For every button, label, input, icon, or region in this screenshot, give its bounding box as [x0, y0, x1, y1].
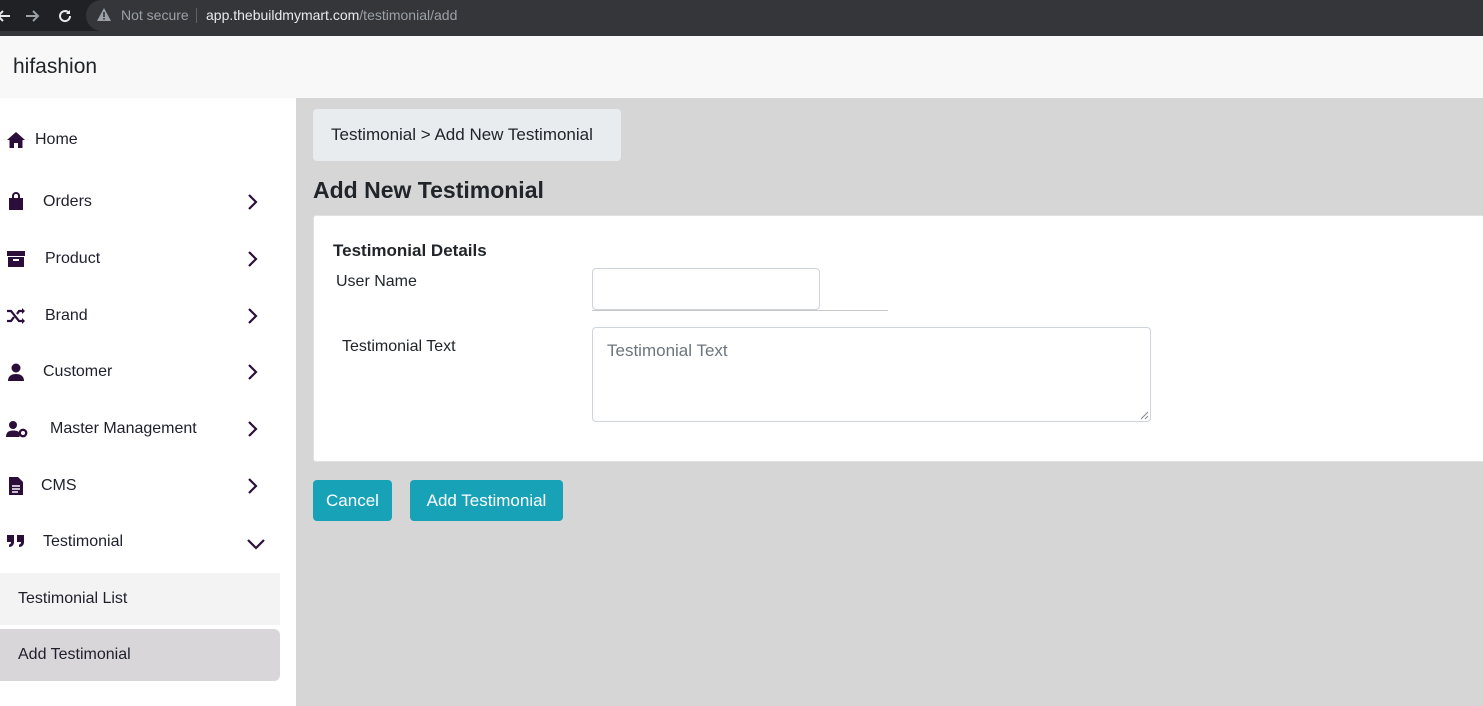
testimonial-details-card: Testimonial Details User Name Testimonia… [313, 215, 1483, 462]
security-label: Not secure [121, 7, 189, 23]
sidebar-item-product[interactable]: Product [0, 239, 280, 279]
chevron-down-icon [247, 539, 265, 550]
quote-icon [7, 535, 24, 547]
sidebar-item-label: Home [35, 131, 78, 148]
testimonial-text-area[interactable]: Testimonial Text [592, 327, 1151, 422]
browser-toolbar: Not secure app.thebuildmymart.com/testim… [0, 0, 1483, 31]
chevron-right-icon [248, 308, 258, 324]
sidebar-subitem-add-testimonial[interactable]: Add Testimonial [0, 629, 280, 681]
app-header: hifashion [0, 36, 1483, 98]
testimonial-text-label: Testimonial Text [342, 338, 456, 355]
chevron-right-icon [248, 194, 258, 210]
url-host: app.thebuildmymart.com [206, 7, 360, 23]
username-label: User Name [336, 273, 417, 290]
sidebar-item-orders[interactable]: Orders [0, 182, 280, 222]
document-icon [9, 477, 23, 495]
sidebar-item-customer[interactable]: Customer [0, 352, 280, 392]
sidebar-item-brand[interactable]: Brand [0, 296, 280, 336]
chevron-right-icon [248, 478, 258, 494]
card-title: Testimonial Details [333, 241, 487, 260]
url-path: /testimonial/add [359, 7, 458, 23]
sidebar-item-testimonial[interactable]: Testimonial [0, 522, 280, 562]
sidebar-subitem-label: Add Testimonial [18, 646, 131, 663]
breadcrumb: Testimonial > Add New Testimonial [313, 109, 621, 161]
sidebar-item-label: CMS [41, 477, 77, 494]
forward-arrow-icon[interactable] [24, 0, 40, 31]
sidebar-item-home[interactable]: Home [0, 120, 280, 160]
back-arrow-icon[interactable] [0, 0, 12, 31]
add-testimonial-button[interactable]: Add Testimonial [410, 480, 563, 521]
chevron-right-icon [248, 364, 258, 380]
sidebar-item-label: Customer [43, 363, 113, 380]
sidebar: Home Orders Product Brand Customer Maste… [0, 98, 296, 706]
sidebar-item-label: Orders [43, 193, 92, 210]
breadcrumb-text[interactable]: Testimonial > Add New Testimonial [331, 125, 593, 145]
sidebar-item-label: Brand [45, 307, 88, 324]
username-input[interactable] [592, 268, 820, 310]
archive-box-icon [7, 251, 25, 267]
resize-grip-icon[interactable] [1139, 410, 1149, 420]
shopping-bag-icon [9, 192, 23, 210]
sidebar-item-label: Product [45, 250, 101, 267]
sidebar-item-master-management[interactable]: Master Management [0, 409, 280, 449]
warning-icon [97, 8, 111, 21]
chevron-right-icon [248, 421, 258, 437]
brand-name[interactable]: hifashion [13, 55, 97, 79]
sidebar-item-label: Testimonial [43, 533, 124, 550]
sidebar-item-cms[interactable]: CMS [0, 466, 280, 506]
user-cog-icon [6, 421, 28, 438]
user-icon [8, 363, 24, 381]
shuffle-icon [7, 308, 25, 324]
address-bar[interactable]: Not secure app.thebuildmymart.com/testim… [86, 0, 1483, 31]
page-title: Add New Testimonial [313, 177, 544, 203]
username-underline [592, 310, 888, 311]
cancel-button[interactable]: Cancel [313, 480, 392, 521]
home-icon [7, 132, 25, 148]
url-text: app.thebuildmymart.com/testimonial/add [206, 7, 457, 23]
address-separator [196, 8, 197, 23]
testimonial-text-placeholder: Testimonial Text [607, 341, 728, 360]
sidebar-subitem-label: Testimonial List [18, 590, 128, 607]
sidebar-subitem-testimonial-list[interactable]: Testimonial List [0, 573, 280, 625]
sidebar-item-label: Master Management [50, 420, 197, 437]
reload-icon[interactable] [57, 0, 73, 31]
chevron-right-icon [248, 251, 258, 267]
